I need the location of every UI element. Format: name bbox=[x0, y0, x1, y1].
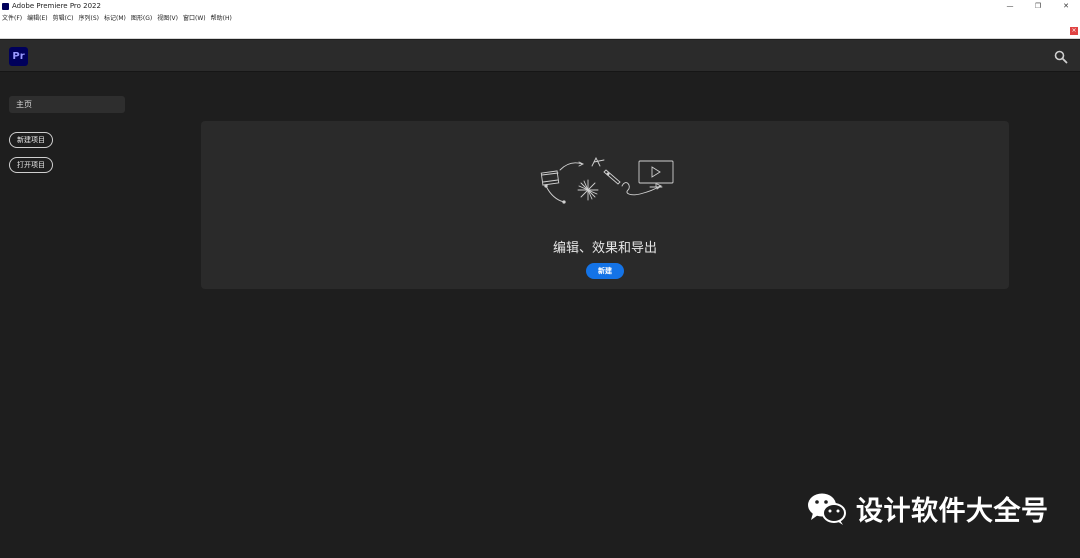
menu-window[interactable]: 窗口(W) bbox=[183, 13, 206, 22]
card-heading: 编辑、效果和导出 bbox=[552, 241, 657, 256]
menu-sequence[interactable]: 序列(S) bbox=[79, 13, 100, 22]
menu-markers[interactable]: 标记(M) bbox=[104, 13, 126, 22]
edit-effects-export-illustration bbox=[540, 156, 674, 204]
menu-help[interactable]: 帮助(H) bbox=[211, 13, 232, 22]
window-titlebar: Adobe Premiere Pro 2022 — ❐ ✕ bbox=[0, 0, 1080, 12]
new-project-button[interactable]: 新建项目 bbox=[9, 132, 53, 148]
sidebar-item-home[interactable]: 主页 bbox=[9, 96, 125, 113]
menubar: 文件(F) 编辑(E) 剪辑(C) 序列(S) 标记(M) 图形(G) 视图(V… bbox=[0, 12, 1080, 23]
minimize-button[interactable]: — bbox=[996, 0, 1024, 12]
app-icon bbox=[2, 2, 9, 10]
open-project-button[interactable]: 打开项目 bbox=[9, 157, 53, 173]
menu-view[interactable]: 视图(V) bbox=[157, 13, 178, 22]
window-title: Adobe Premiere Pro 2022 bbox=[12, 2, 101, 10]
new-button[interactable]: 新建 bbox=[586, 263, 624, 279]
wechat-icon bbox=[808, 493, 846, 525]
menu-edit[interactable]: 编辑(E) bbox=[27, 13, 47, 22]
welcome-card: 编辑、效果和导出 新建 bbox=[201, 121, 1009, 289]
notification-bar: × bbox=[0, 23, 1080, 39]
watermark: 设计软件大全号 bbox=[806, 488, 1049, 528]
app-header: Pr bbox=[0, 40, 1080, 72]
notification-close-button[interactable]: × bbox=[1070, 27, 1078, 35]
premiere-logo: Pr bbox=[9, 47, 28, 66]
search-icon[interactable] bbox=[1054, 49, 1068, 64]
menu-clip[interactable]: 剪辑(C) bbox=[53, 13, 74, 22]
maximize-button[interactable]: ❐ bbox=[1024, 0, 1052, 12]
close-window-button[interactable]: ✕ bbox=[1052, 0, 1080, 12]
menu-graphics[interactable]: 图形(G) bbox=[131, 13, 152, 22]
menu-file[interactable]: 文件(F) bbox=[2, 13, 22, 22]
watermark-text: 设计软件大全号 bbox=[856, 495, 1049, 527]
